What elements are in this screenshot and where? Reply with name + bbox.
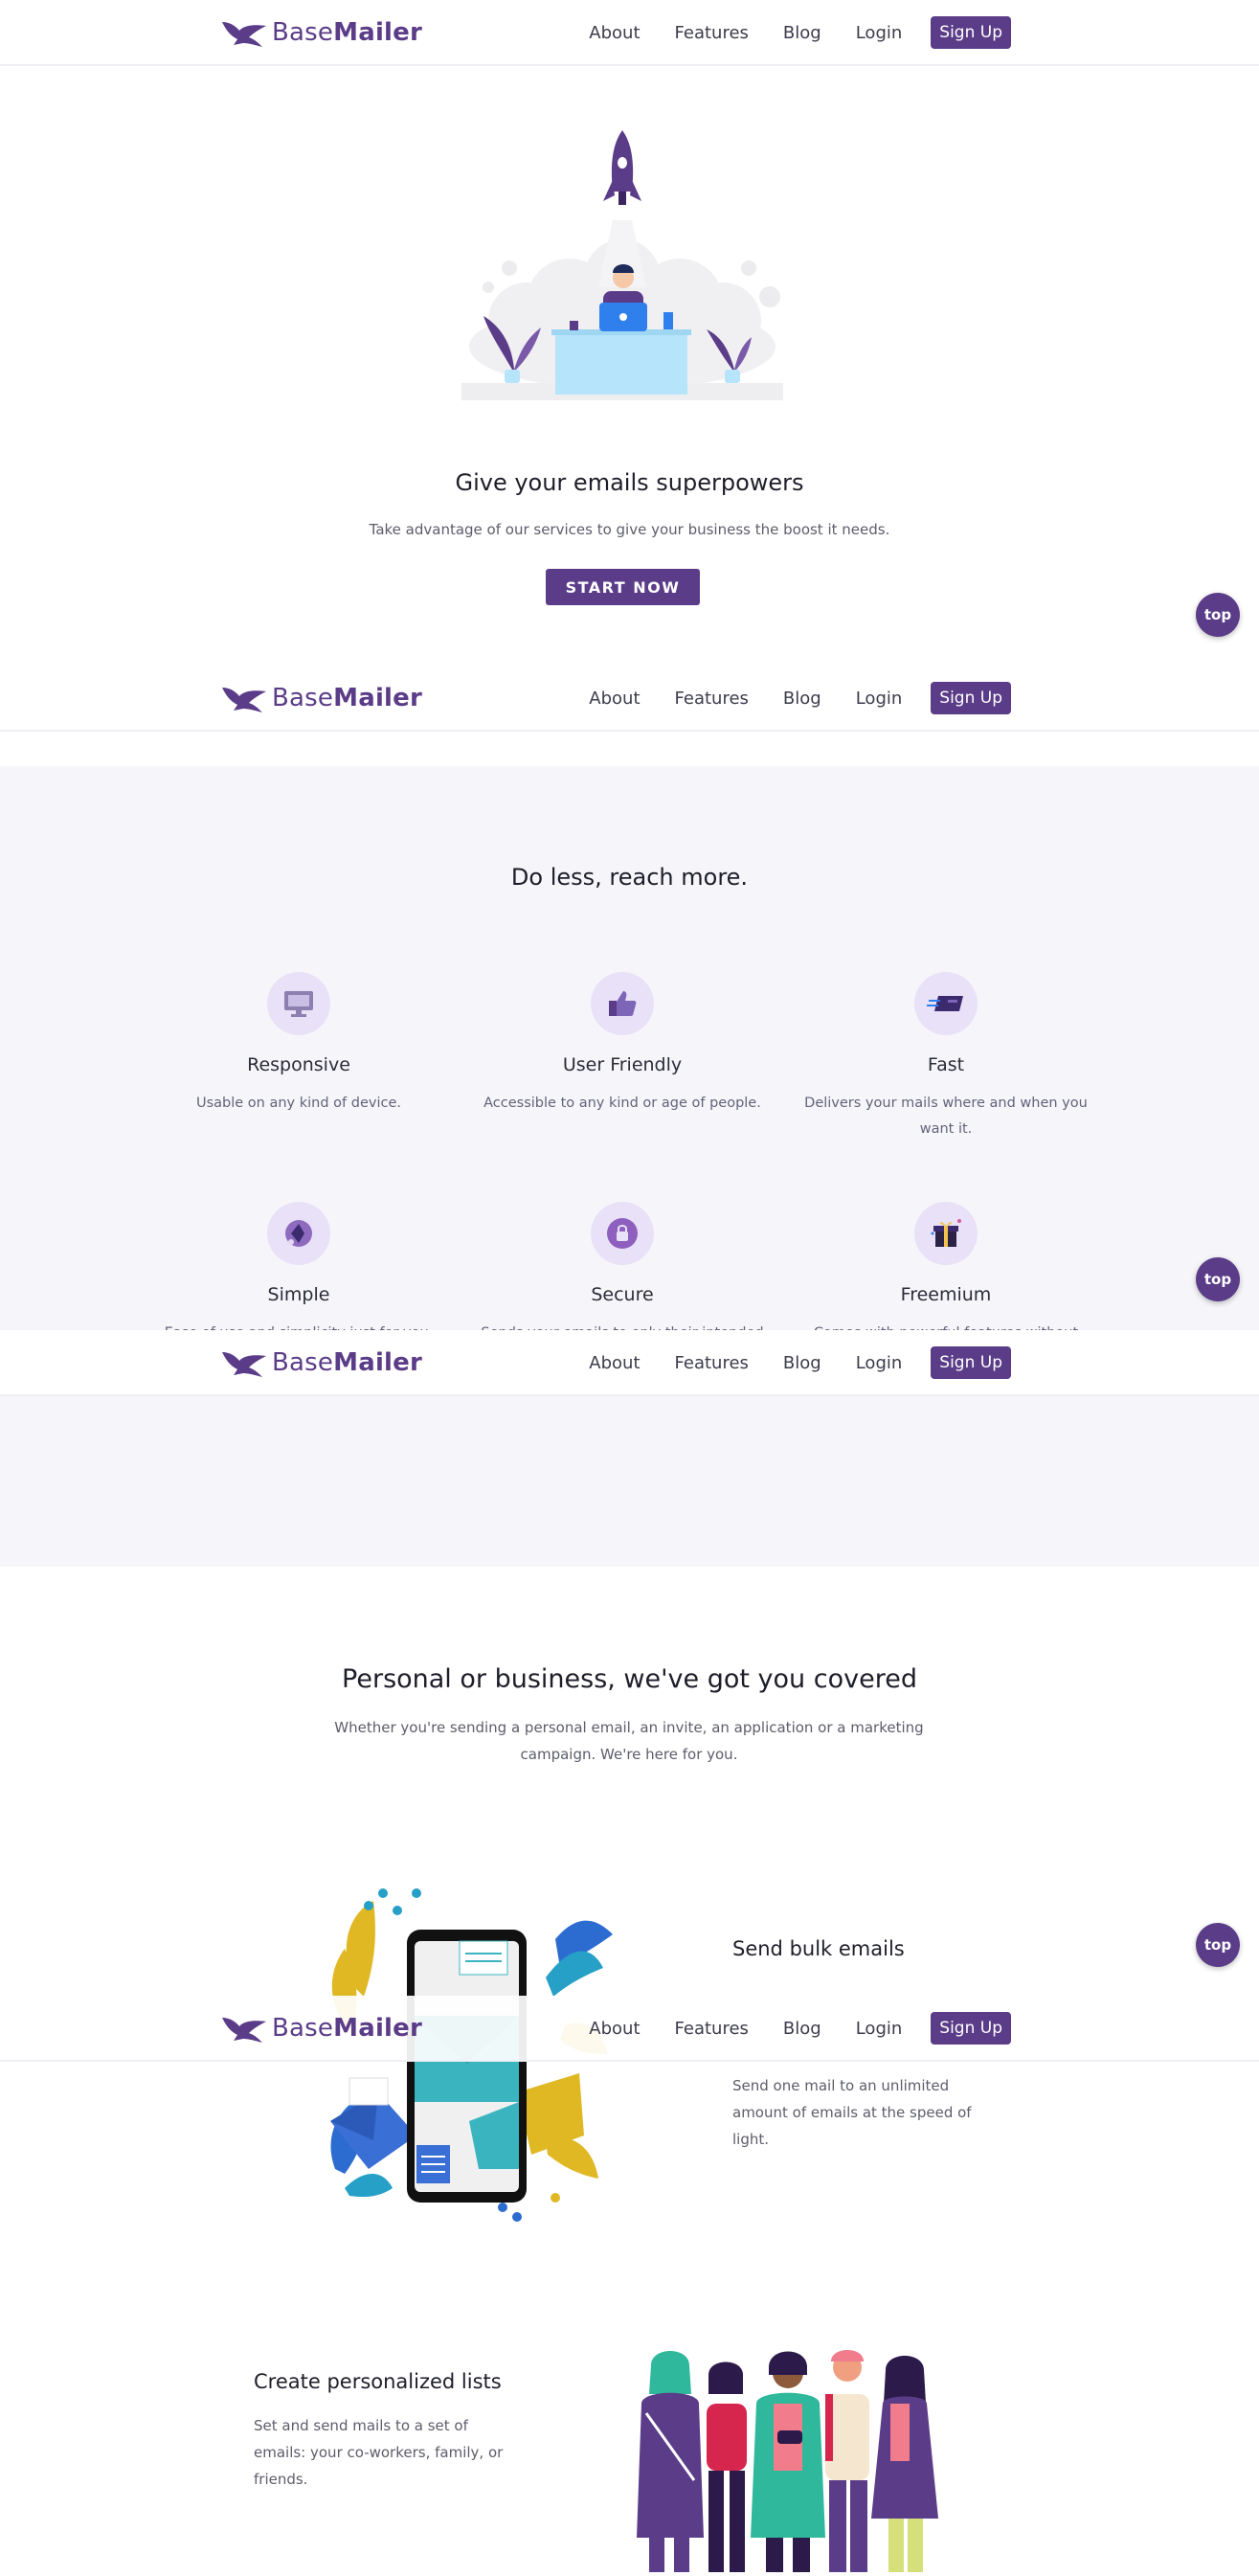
nav-about[interactable]: About <box>589 689 640 709</box>
signup-button[interactable]: Sign Up <box>931 1346 1011 1379</box>
nav-login[interactable]: Login <box>856 689 903 709</box>
nav-links: About Features Blog Login Sign Up <box>554 1345 1011 1380</box>
navbar: BaseMailer About Features Blog Login Sig… <box>0 1330 1259 1396</box>
signup-button[interactable]: Sign Up <box>931 682 1011 714</box>
covered-text: Whether you're sending a personal email,… <box>334 1719 924 1763</box>
nav-about[interactable]: About <box>589 1353 640 1373</box>
brand-logo[interactable]: BaseMailer <box>220 681 422 715</box>
eagle-logo-icon <box>222 2018 266 2043</box>
nav-about[interactable]: About <box>589 2019 640 2039</box>
nav-about[interactable]: About <box>589 23 640 43</box>
diamond-icon <box>267 1202 330 1265</box>
brand-logo[interactable]: BaseMailer <box>220 15 422 50</box>
nav-login[interactable]: Login <box>856 23 903 43</box>
feature-user-friendly: User Friendly Accessible to any kind or … <box>479 972 766 1117</box>
people-illustration <box>613 2346 977 2572</box>
signup-button[interactable]: Sign Up <box>931 16 1011 49</box>
navbar: BaseMailer About Features Blog Login Sig… <box>0 0 1259 66</box>
nav-blog[interactable]: Blog <box>783 23 821 43</box>
nav-blog[interactable]: Blog <box>783 2019 821 2039</box>
feature-title: Freemium <box>900 1284 992 1305</box>
feature-title: User Friendly <box>562 1054 683 1075</box>
eagle-logo-icon <box>222 1352 266 1377</box>
start-now-button[interactable]: START NOW <box>546 569 700 605</box>
nav-login[interactable]: Login <box>856 2019 903 2039</box>
gift-icon <box>914 1202 978 1265</box>
nav-links: About Features Blog Login Sign Up <box>554 2011 1011 2045</box>
brand-name: BaseMailer <box>272 18 423 47</box>
monitor-icon <box>267 972 330 1035</box>
hero-title: Give your emails superpowers <box>455 469 804 496</box>
feature-title: Responsive <box>247 1054 350 1075</box>
thumbs-up-icon <box>591 972 654 1035</box>
feature-title: Secure <box>591 1284 654 1305</box>
feature-title: Simple <box>267 1284 330 1305</box>
brand-name: BaseMailer <box>272 684 423 712</box>
lists-title: Create personalized lists <box>254 2370 502 2393</box>
nav-links: About Features Blog Login Sign Up <box>554 15 1011 50</box>
back-to-top-button[interactable]: top <box>1196 1257 1240 1301</box>
back-to-top-button[interactable]: top <box>1196 593 1240 637</box>
bulk-title: Send bulk emails <box>732 1937 905 1960</box>
nav-features[interactable]: Features <box>675 23 749 43</box>
covered-heading: Personal or business, we've got you cove… <box>342 1664 917 1694</box>
feature-description: Usable on any kind of device. <box>195 1096 401 1111</box>
feature-fast: Fast Delivers your mails where and when … <box>802 972 1090 1142</box>
hero-illustration <box>460 124 785 412</box>
feature-description: Accessible to any kind or age of people. <box>483 1096 761 1111</box>
eagle-logo-icon <box>222 688 266 712</box>
nav-features[interactable]: Features <box>675 689 749 709</box>
nav-blog[interactable]: Blog <box>783 1353 821 1373</box>
nav-features[interactable]: Features <box>675 1353 749 1373</box>
feature-description: Delivers your mails where and when you w… <box>804 1096 1088 1137</box>
feature-simple: Simple Ease of use and simplicity just f… <box>155 1202 442 1346</box>
lock-icon <box>591 1202 654 1265</box>
brand-name: BaseMailer <box>272 2014 423 2043</box>
speed-card-icon <box>914 972 978 1035</box>
signup-button[interactable]: Sign Up <box>931 2012 1011 2045</box>
feature-responsive: Responsive Usable on any kind of device. <box>155 972 442 1117</box>
nav-login[interactable]: Login <box>856 1353 903 1373</box>
brand-logo[interactable]: BaseMailer <box>220 2011 422 2045</box>
navbar: BaseMailer About Features Blog Login Sig… <box>0 666 1259 732</box>
hero-subtitle: Take advantage of our services to give y… <box>369 521 890 538</box>
nav-blog[interactable]: Blog <box>783 689 821 709</box>
nav-links: About Features Blog Login Sign Up <box>554 681 1011 715</box>
back-to-top-button[interactable]: top <box>1196 1923 1240 1967</box>
brand-logo[interactable]: BaseMailer <box>220 1345 422 1380</box>
features-heading: Do less, reach more. <box>510 864 749 891</box>
nav-features[interactable]: Features <box>675 2019 749 2039</box>
bulk-text: Send one mail to an unlimited amount of … <box>732 2077 972 2148</box>
brand-name: BaseMailer <box>272 1348 423 1377</box>
feature-title: Fast <box>927 1054 965 1075</box>
navbar: BaseMailer About Features Blog Login Sig… <box>0 1996 1259 2062</box>
eagle-logo-icon <box>222 22 266 47</box>
lists-text: Set and send mails to a set of emails: y… <box>254 2417 504 2488</box>
